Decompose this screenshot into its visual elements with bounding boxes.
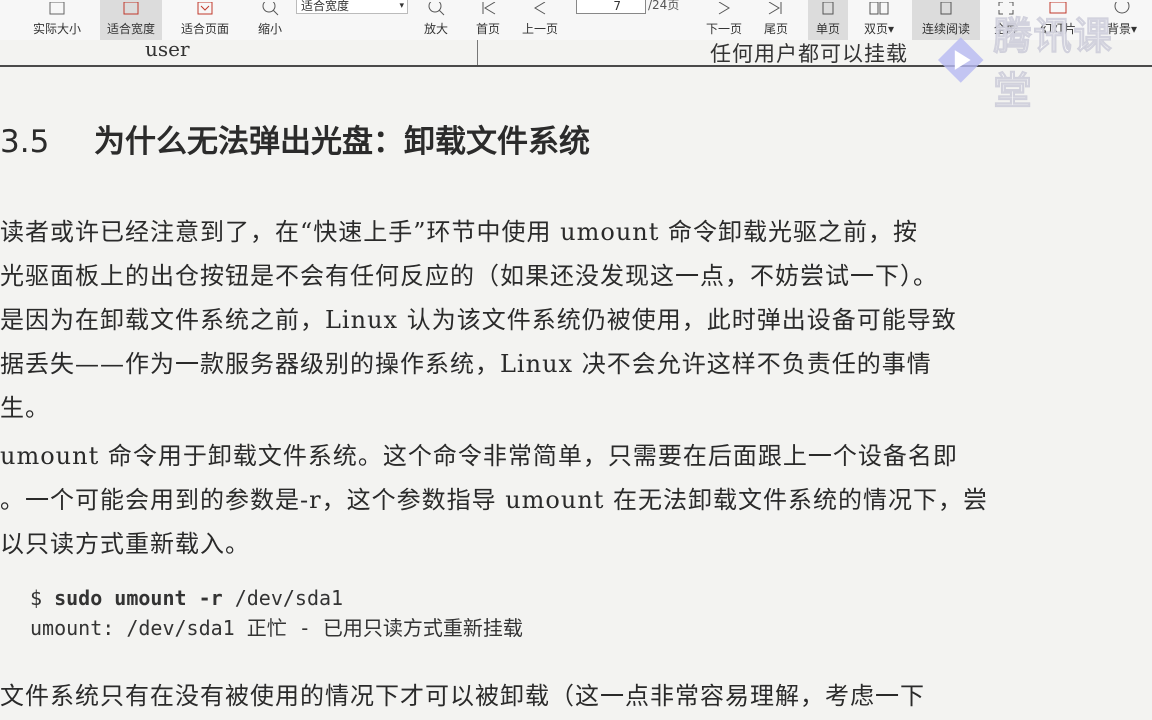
zoom-in-label: 放大 [423, 22, 448, 36]
table-divider [477, 40, 478, 66]
first-page-icon [477, 2, 499, 16]
code-command: sudo umount -r [54, 586, 223, 610]
paragraph-line: 生。 [0, 394, 50, 422]
paragraph-1: 读者或许已经注意到了，在“快速上手”环节中使用 umount 命令卸载光驱之前，… [0, 210, 957, 430]
play-logo-icon [937, 37, 984, 83]
double-page-icon [868, 2, 890, 16]
chevron-down-icon: ▾ [399, 1, 404, 11]
fit-page-icon [194, 2, 216, 16]
prev-page-icon [529, 2, 551, 16]
next-page-label: 下一页 [705, 22, 742, 36]
code-prompt: $ [30, 586, 55, 610]
table-cell-user: user [145, 37, 190, 61]
first-page-label: 首页 [475, 22, 500, 36]
next-page-button[interactable]: 下一页 [698, 0, 750, 40]
zoom-in-icon [425, 2, 447, 16]
single-page-label: 单页 [815, 22, 840, 36]
actual-size-label: 实际大小 [32, 22, 81, 36]
actual-size-button[interactable]: 实际大小 [26, 0, 88, 40]
chevron-down-icon: ▾ [887, 22, 895, 36]
paragraph-3: 文件系统只有在没有被使用的情况下才可以被卸载（这一点非常容易理解，考虑一下 [0, 674, 925, 718]
last-page-icon [765, 2, 787, 16]
zoom-out-icon [259, 2, 281, 16]
fit-page-label: 适合页面 [180, 22, 229, 36]
single-page-button[interactable]: 单页 [808, 0, 848, 40]
watermark: 腾讯课堂 [934, 14, 1152, 114]
continuous-icon [935, 2, 957, 16]
page-total: /24页 [648, 0, 680, 12]
zoom-select[interactable]: 适合宽度 ▾ [296, 0, 408, 14]
fit-width-label: 适合宽度 [106, 22, 155, 36]
code-output: umount: /dev/sda1 正忙 - 已用只读方式重新挂载 [30, 616, 523, 640]
paragraph-line: 光驱面板上的出仓按钮是不会有任何反应的（如果还没发现这一点，不妨尝试一下）。 [0, 262, 938, 290]
last-page-label: 尾页 [763, 22, 788, 36]
paragraph-line: 是因为在卸载文件系统之前，Linux 认为该文件系统仍被使用，此时弹出设备可能导… [0, 306, 957, 334]
paragraph-line: 文件系统只有在没有被使用的情况下才可以被卸载（这一点非常容易理解，考虑一下 [0, 682, 925, 710]
code-argument: /dev/sda1 [222, 586, 344, 610]
watermark-text: 腾讯课堂 [993, 14, 1114, 114]
paragraph-line: 读者或许已经注意到了，在“快速上手”环节中使用 umount 命令卸载光驱之前，… [0, 218, 919, 246]
document-page: user 任何用户都可以挂载 3.5 为什么无法弹出光盘：卸载文件系统 读者或许已… [0, 37, 1152, 720]
table-cell-description: 任何用户都可以挂载 [710, 42, 908, 66]
first-page-button[interactable]: 首页 [466, 0, 510, 40]
fit-width-icon [120, 2, 142, 16]
page-icon [46, 2, 68, 16]
section-heading: 3.5 为什么无法弹出光盘：卸载文件系统 [0, 116, 590, 161]
zoom-out-button[interactable]: 缩小 [248, 0, 292, 40]
section-number: 3.5 [0, 124, 50, 160]
paragraph-line: 据丢失——作为一款服务器级别的操作系统，Linux 决不会允许这样不负责任的事情 [0, 350, 932, 378]
page-number-input[interactable]: 7 [576, 0, 646, 14]
paragraph-line: 。一个可能会用到的参数是-r，这个参数指导 umount 在无法卸载文件系统的情… [0, 486, 989, 514]
prev-page-label: 上一页 [521, 22, 558, 36]
fit-page-button[interactable]: 适合页面 [174, 0, 236, 40]
section-title: 为什么无法弹出光盘：卸载文件系统 [94, 124, 590, 160]
zoom-out-label: 缩小 [257, 22, 282, 36]
zoom-in-button[interactable]: 放大 [414, 0, 458, 40]
next-page-icon [713, 2, 735, 16]
code-block: $ sudo umount -r /dev/sda1 umount: /dev/… [30, 583, 523, 643]
double-page-label: 双页▾ [863, 22, 895, 36]
paragraph-line: 以只读方式重新载入。 [0, 530, 250, 558]
prev-page-button[interactable]: 上一页 [514, 0, 566, 40]
fit-width-button[interactable]: 适合宽度 [100, 0, 162, 40]
double-page-button[interactable]: 双页▾ [856, 0, 902, 40]
paragraph-2: umount 命令用于卸载文件系统。这个命令非常简单，只需要在后面跟上一个设备名… [0, 434, 988, 566]
paragraph-line: umount 命令用于卸载文件系统。这个命令非常简单，只需要在后面跟上一个设备名… [0, 442, 958, 470]
single-page-icon [817, 2, 839, 16]
last-page-button[interactable]: 尾页 [754, 0, 798, 40]
zoom-select-value: 适合宽度 [301, 0, 350, 13]
